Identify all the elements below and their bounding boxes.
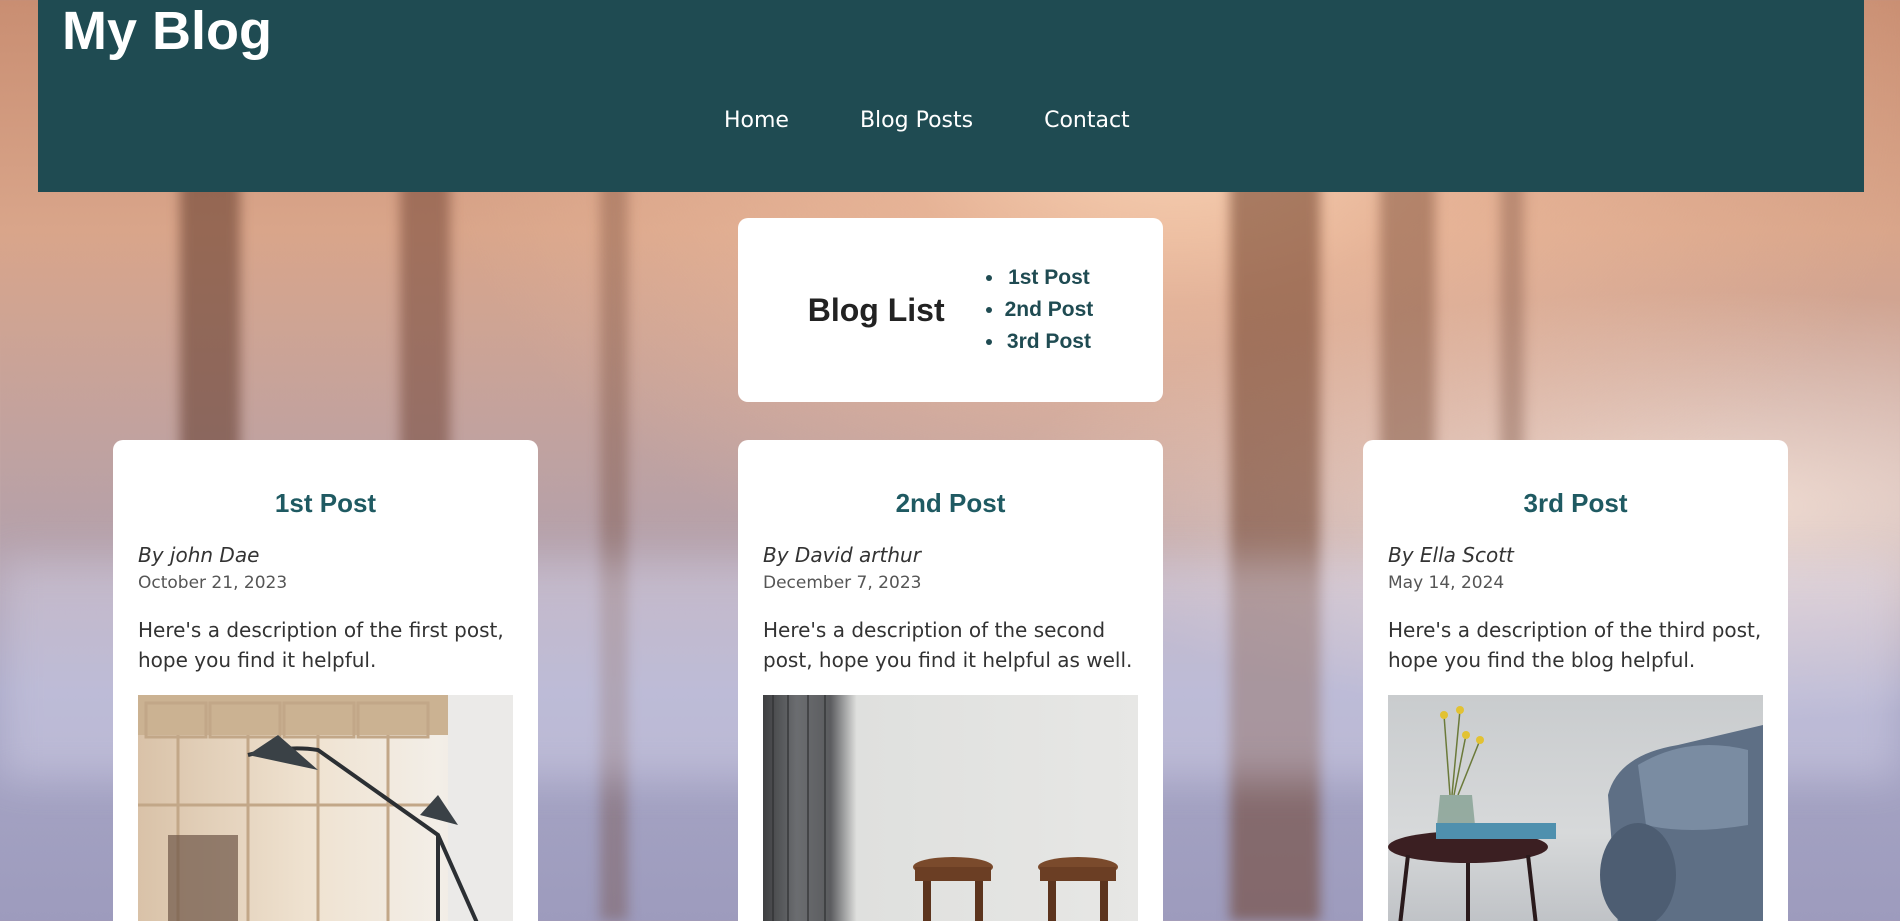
blog-list-card: Blog List 1st Post 2nd Post 3rd Post bbox=[738, 218, 1163, 402]
post-date: May 14, 2024 bbox=[1388, 573, 1505, 593]
post-date: December 7, 2023 bbox=[763, 573, 922, 593]
post-date: October 21, 2023 bbox=[138, 573, 288, 593]
post-image-wooden-stools bbox=[763, 695, 1138, 921]
blog-list-item-2[interactable]: 2nd Post bbox=[1005, 294, 1094, 326]
post-author: By Ella Scott bbox=[1388, 543, 1514, 567]
nav-home-link[interactable]: Home bbox=[724, 108, 789, 133]
post-title: 1st Post bbox=[274, 488, 377, 518]
wooden-stools-illustration bbox=[772, 695, 1118, 921]
main-nav: Home Blog Posts Contact bbox=[724, 108, 1130, 133]
site-title: My Blog bbox=[62, 1, 272, 61]
post-author: By David arthur bbox=[763, 543, 921, 567]
post-title: 2nd Post bbox=[895, 488, 1006, 518]
blog-list-item-3[interactable]: 3rd Post bbox=[1005, 326, 1094, 358]
blog-list: 1st Post 2nd Post 3rd Post bbox=[979, 262, 1094, 358]
post-image-floor-lamp bbox=[138, 695, 513, 921]
site-header: My Blog Home Blog Posts Contact bbox=[38, 0, 1864, 192]
post-description: Here's a description of the first post, … bbox=[138, 618, 504, 672]
floor-lamp-illustration bbox=[138, 695, 513, 921]
armchair-side-table-illustration bbox=[1388, 706, 1763, 921]
post-description: Here's a description of the second post,… bbox=[763, 618, 1133, 672]
post-author: By john Dae bbox=[138, 543, 260, 567]
post-card-2: 2nd Post By David arthur December 7, 202… bbox=[738, 440, 1163, 921]
blog-list-title: Blog List bbox=[807, 291, 945, 328]
nav-contact-link[interactable]: Contact bbox=[1044, 108, 1130, 133]
post-description: Here's a description of the third post, … bbox=[1388, 618, 1762, 672]
post-card-1: 1st Post By john Dae October 21, 2023 He… bbox=[113, 440, 538, 921]
post-card-3: 3rd Post By Ella Scott May 14, 2024 Here… bbox=[1363, 440, 1788, 921]
blog-list-item-1[interactable]: 1st Post bbox=[1005, 262, 1094, 294]
post-title: 3rd Post bbox=[1523, 488, 1628, 518]
nav-blog-posts-link[interactable]: Blog Posts bbox=[860, 108, 973, 133]
post-image-armchair-side-table bbox=[1388, 695, 1763, 921]
